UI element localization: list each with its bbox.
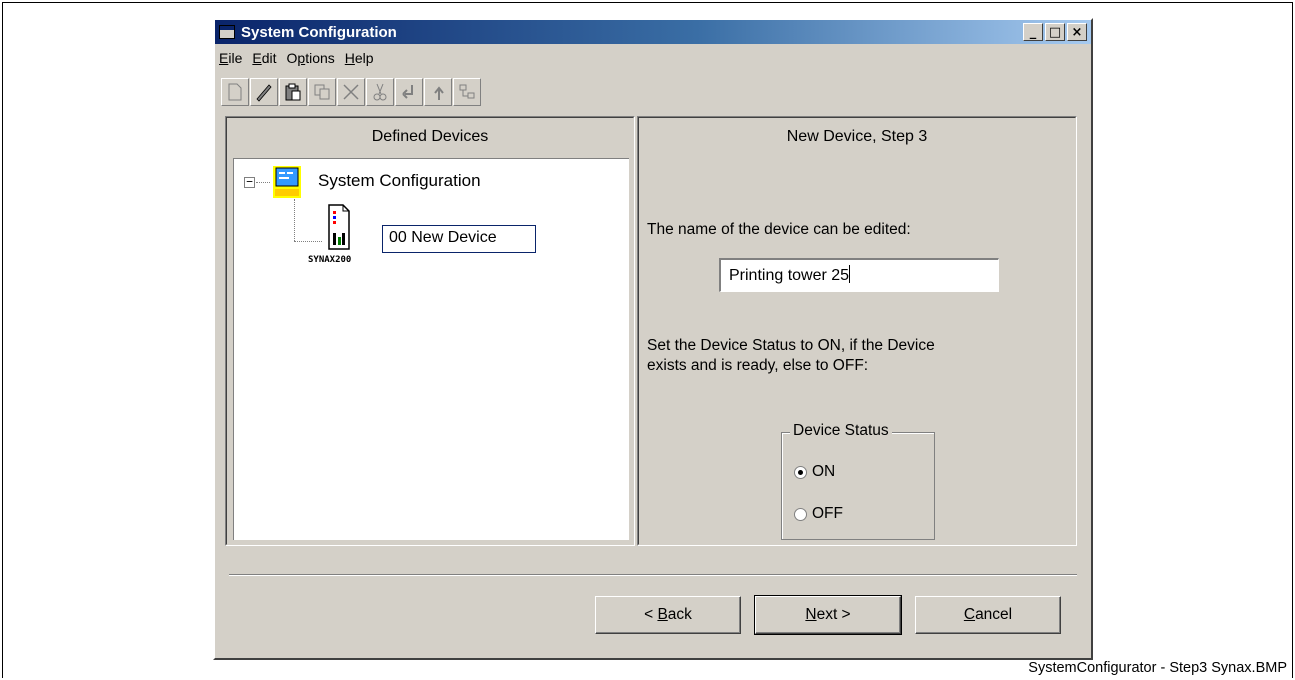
wizard-step-body: The name of the device can be edited: Pr… xyxy=(647,158,1067,540)
paste-button[interactable] xyxy=(279,78,307,106)
footer-separator xyxy=(229,574,1077,576)
menu-file[interactable]: Eile xyxy=(217,48,250,70)
image-caption: SystemConfigurator - Step3 Synax.BMP xyxy=(1028,660,1287,676)
radio-off[interactable] xyxy=(794,507,807,521)
device-name-value: Printing tower 25 xyxy=(729,267,850,284)
defined-devices-header: Defined Devices xyxy=(371,128,489,145)
device-status-group: Device Status ON OFF xyxy=(781,422,935,540)
edit-icon xyxy=(256,84,272,102)
move-down-icon xyxy=(402,85,413,99)
device-type-caption: SYNAX200 xyxy=(308,255,352,265)
wizard-step-panel: New Device, Step 3 The name of the devic… xyxy=(637,116,1077,546)
system-configuration-icon xyxy=(273,166,301,198)
name-prompt: The name of the device can be edited: xyxy=(647,221,911,238)
title-bar[interactable]: System Configuration _ □ × xyxy=(215,20,1091,44)
new-icon xyxy=(228,83,242,101)
next-button[interactable]: Next > xyxy=(754,595,902,635)
tree-connector xyxy=(294,199,295,241)
text-caret xyxy=(849,265,851,283)
menu-help[interactable]: Help xyxy=(343,48,382,70)
radio-off-label: OFF xyxy=(812,505,843,522)
back-button[interactable]: < Back xyxy=(595,596,741,634)
properties-button[interactable] xyxy=(453,78,481,106)
delete-button[interactable] xyxy=(337,78,365,106)
panel-inner: Defined Devices − System Configuration S… xyxy=(226,117,634,545)
tree-root-label[interactable]: System Configuration xyxy=(318,171,481,191)
delete-icon xyxy=(343,84,359,100)
status-on-option[interactable]: ON xyxy=(794,463,835,481)
radio-on[interactable] xyxy=(794,465,807,479)
edit-button[interactable] xyxy=(250,78,278,106)
tree-connector xyxy=(256,182,270,183)
move-down-button[interactable] xyxy=(395,78,423,106)
minimize-button[interactable]: _ xyxy=(1023,23,1043,41)
cut-button[interactable] xyxy=(366,78,394,106)
move-up-button[interactable] xyxy=(424,78,452,106)
menu-options[interactable]: Options xyxy=(285,48,343,70)
move-up-icon xyxy=(434,86,444,100)
copy-icon xyxy=(314,84,330,100)
properties-icon xyxy=(459,84,475,99)
device-status-label: Device Status xyxy=(790,422,892,440)
wizard-step-header: New Device, Step 3 xyxy=(786,128,928,145)
close-button[interactable]: × xyxy=(1067,23,1087,41)
tree-connector xyxy=(294,241,322,242)
status-instruction-line-1: Set the Device Status to ON, if the Devi… xyxy=(647,337,935,354)
device-tree[interactable]: − System Configuration SYNAX200 00 New D… xyxy=(233,158,629,540)
defined-devices-panel: Defined Devices − System Configuration S… xyxy=(225,116,635,546)
device-label-edit[interactable]: 00 New Device xyxy=(382,225,536,253)
caption-buttons: _ □ × xyxy=(1021,23,1087,41)
cut-icon xyxy=(373,83,387,101)
synax200-device-icon xyxy=(328,204,350,250)
paste-icon xyxy=(285,83,301,101)
system-configuration-window: System Configuration _ □ × Eile Edit Opt… xyxy=(213,18,1093,660)
collapse-toggle[interactable]: − xyxy=(244,176,255,188)
menu-edit[interactable]: Edit xyxy=(250,48,284,70)
status-instruction-line-2: exists and is ready, else to OFF: xyxy=(647,357,869,374)
new-button[interactable] xyxy=(221,78,249,106)
copy-button[interactable] xyxy=(308,78,336,106)
cancel-button[interactable]: Cancel xyxy=(915,596,1061,634)
device-name-input[interactable]: Printing tower 25 xyxy=(719,258,999,292)
radio-on-label: ON xyxy=(812,463,836,480)
window-icon xyxy=(219,25,235,39)
maximize-button[interactable]: □ xyxy=(1045,23,1065,41)
menu-bar: Eile Edit Options Help xyxy=(217,48,382,70)
panel-inner: New Device, Step 3 The name of the devic… xyxy=(638,117,1076,545)
window-title: System Configuration xyxy=(241,23,397,41)
status-off-option[interactable]: OFF xyxy=(794,505,843,523)
toolbar xyxy=(221,78,482,108)
